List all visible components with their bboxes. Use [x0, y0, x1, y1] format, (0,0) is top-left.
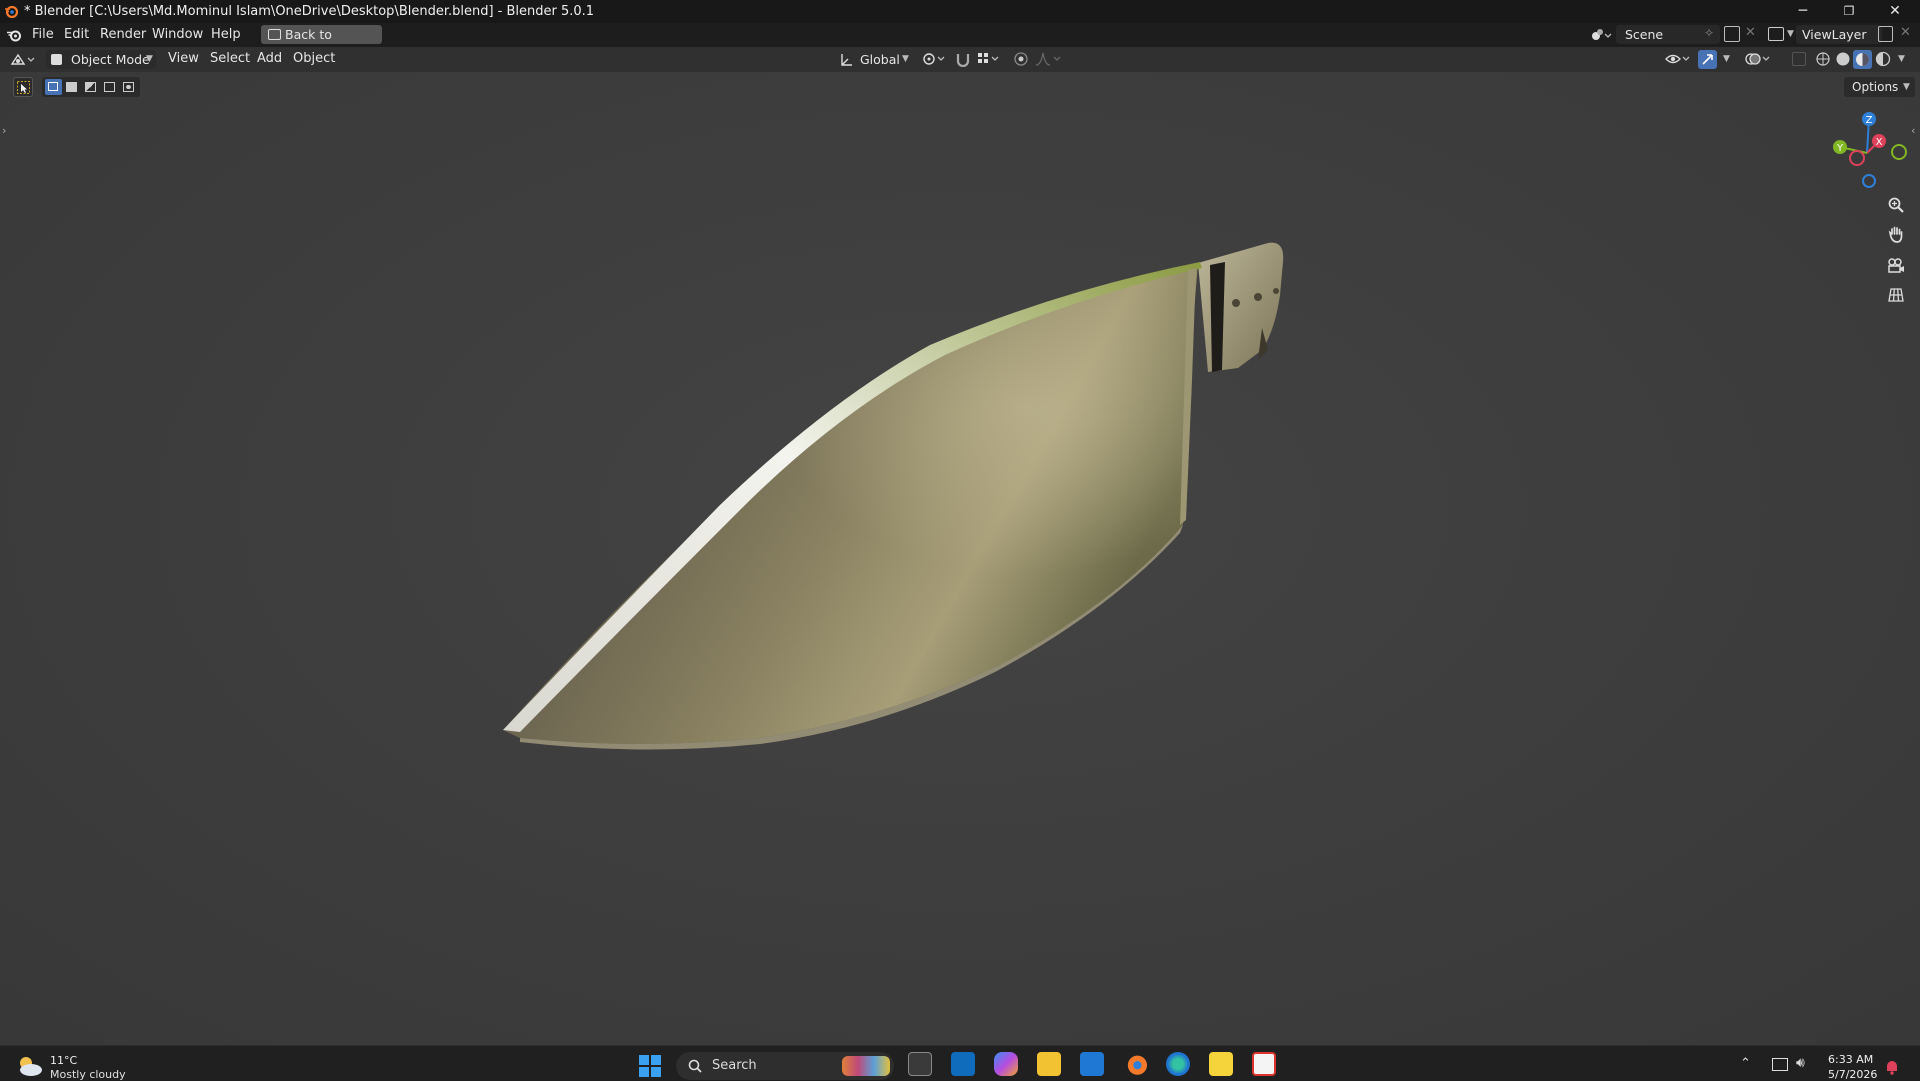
menu-window[interactable]: Window: [152, 27, 203, 42]
volume-icon[interactable]: 🔊︎: [1796, 1055, 1805, 1071]
sticky-notes-icon[interactable]: [1209, 1052, 1233, 1076]
edge-browser-icon[interactable]: [1166, 1052, 1190, 1076]
show-gizmo-toggle[interactable]: [1698, 50, 1717, 69]
maximize-button[interactable]: ❐: [1826, 0, 1872, 23]
delete-scene-icon[interactable]: ✕: [1745, 25, 1756, 40]
menu-add[interactable]: Add: [257, 51, 282, 66]
knife-model[interactable]: [0, 72, 1920, 1045]
search-highlight-image: [842, 1056, 890, 1076]
snap-icon[interactable]: [955, 51, 971, 67]
scene-selector-icon[interactable]: [1590, 27, 1612, 43]
weather-cloud-icon[interactable]: [14, 1053, 44, 1077]
search-icon: [688, 1059, 702, 1073]
show-hidden-icons[interactable]: ⌃: [1740, 1056, 1751, 1071]
menu-file[interactable]: File: [32, 27, 54, 42]
view-layer-icon[interactable]: [1768, 27, 1784, 41]
material-shading-icon: [1856, 53, 1869, 66]
rendered-shading-icon[interactable]: [1875, 51, 1891, 67]
minimize-button[interactable]: ─: [1780, 0, 1826, 23]
material-preview-shading-button[interactable]: [1853, 50, 1872, 69]
snap-target-icon[interactable]: [976, 51, 1002, 67]
menu-help[interactable]: Help: [211, 27, 241, 42]
copilot-icon[interactable]: [994, 1052, 1018, 1076]
chevron-down-icon[interactable]: ▼: [1723, 54, 1730, 64]
solid-shading-icon[interactable]: [1835, 51, 1851, 67]
viewport-header: Object Mode ▼ View Select Add Object Glo…: [0, 47, 1920, 72]
transform-orientation-selector[interactable]: Global ▼: [836, 50, 914, 69]
taskbar-search-box[interactable]: Search: [676, 1052, 894, 1080]
windows-start-icon[interactable]: [638, 1054, 662, 1078]
falloff-icon[interactable]: [1034, 51, 1064, 67]
clock-time[interactable]: 6:33 AM: [1828, 1053, 1873, 1066]
view-layer-name-field[interactable]: ViewLayer: [1796, 25, 1882, 44]
visibility-icon[interactable]: [1665, 51, 1691, 67]
new-view-layer-icon[interactable]: [1878, 26, 1893, 42]
pivot-point-icon[interactable]: [922, 51, 948, 67]
editor-type-icon[interactable]: [10, 52, 36, 67]
chevron-down-icon[interactable]: ▼: [1787, 29, 1794, 39]
task-view-icon[interactable]: [908, 1052, 932, 1076]
menu-edit[interactable]: Edit: [64, 27, 89, 42]
chevron-down-icon: ▼: [902, 54, 909, 64]
window-title: * Blender [C:\Users\Md.Mominul Islam\One…: [24, 4, 595, 19]
weather-condition[interactable]: Mostly cloudy: [50, 1068, 126, 1081]
close-button[interactable]: ✕: [1872, 0, 1918, 23]
axes-icon: [841, 54, 852, 66]
snipping-tool-icon[interactable]: [1252, 1052, 1276, 1076]
back-to-previous-button[interactable]: Back to Previous: [261, 25, 382, 61]
network-icon[interactable]: [1772, 1058, 1788, 1071]
chevron-down-icon: ▼: [146, 54, 153, 64]
overlays-icon[interactable]: [1745, 51, 1771, 67]
delete-view-layer-icon[interactable]: ✕: [1900, 25, 1911, 40]
proportional-editing-icon[interactable]: [1013, 51, 1029, 67]
top-menu-bar: File Edit Render Window Help Back to Pre…: [0, 23, 1920, 61]
title-bar: * Blender [C:\Users\Md.Mominul Islam\One…: [0, 0, 1920, 23]
xray-toggle-icon[interactable]: [1792, 52, 1806, 66]
object-mode-icon: [51, 54, 62, 65]
new-scene-icon[interactable]: [1724, 26, 1740, 42]
notification-bell-icon[interactable]: [1885, 1059, 1899, 1075]
blender-logo-icon: [5, 5, 18, 18]
chevron-down-icon[interactable]: ▼: [1898, 54, 1905, 64]
menu-select[interactable]: Select: [210, 51, 250, 66]
blender-menu-icon[interactable]: [6, 28, 22, 42]
menu-render[interactable]: Render: [100, 27, 146, 42]
pin-icon[interactable]: ✧: [1704, 26, 1714, 40]
menu-object[interactable]: Object: [293, 51, 335, 66]
scene-name-field[interactable]: Scene ✧: [1616, 25, 1720, 44]
menu-view[interactable]: View: [168, 51, 199, 66]
back-icon: [268, 29, 281, 40]
mode-selector[interactable]: Object Mode ▼: [46, 50, 156, 69]
wireframe-shading-icon[interactable]: [1815, 51, 1831, 67]
gizmo-icon: [1702, 54, 1713, 65]
weather-temperature[interactable]: 11°C: [50, 1054, 77, 1067]
clock-date[interactable]: 5/7/2026: [1828, 1068, 1877, 1081]
outlook-icon[interactable]: [951, 1052, 975, 1076]
file-explorer-icon[interactable]: [1037, 1052, 1061, 1076]
microsoft-store-icon[interactable]: [1080, 1052, 1104, 1076]
blender-taskbar-icon[interactable]: [1123, 1052, 1147, 1076]
